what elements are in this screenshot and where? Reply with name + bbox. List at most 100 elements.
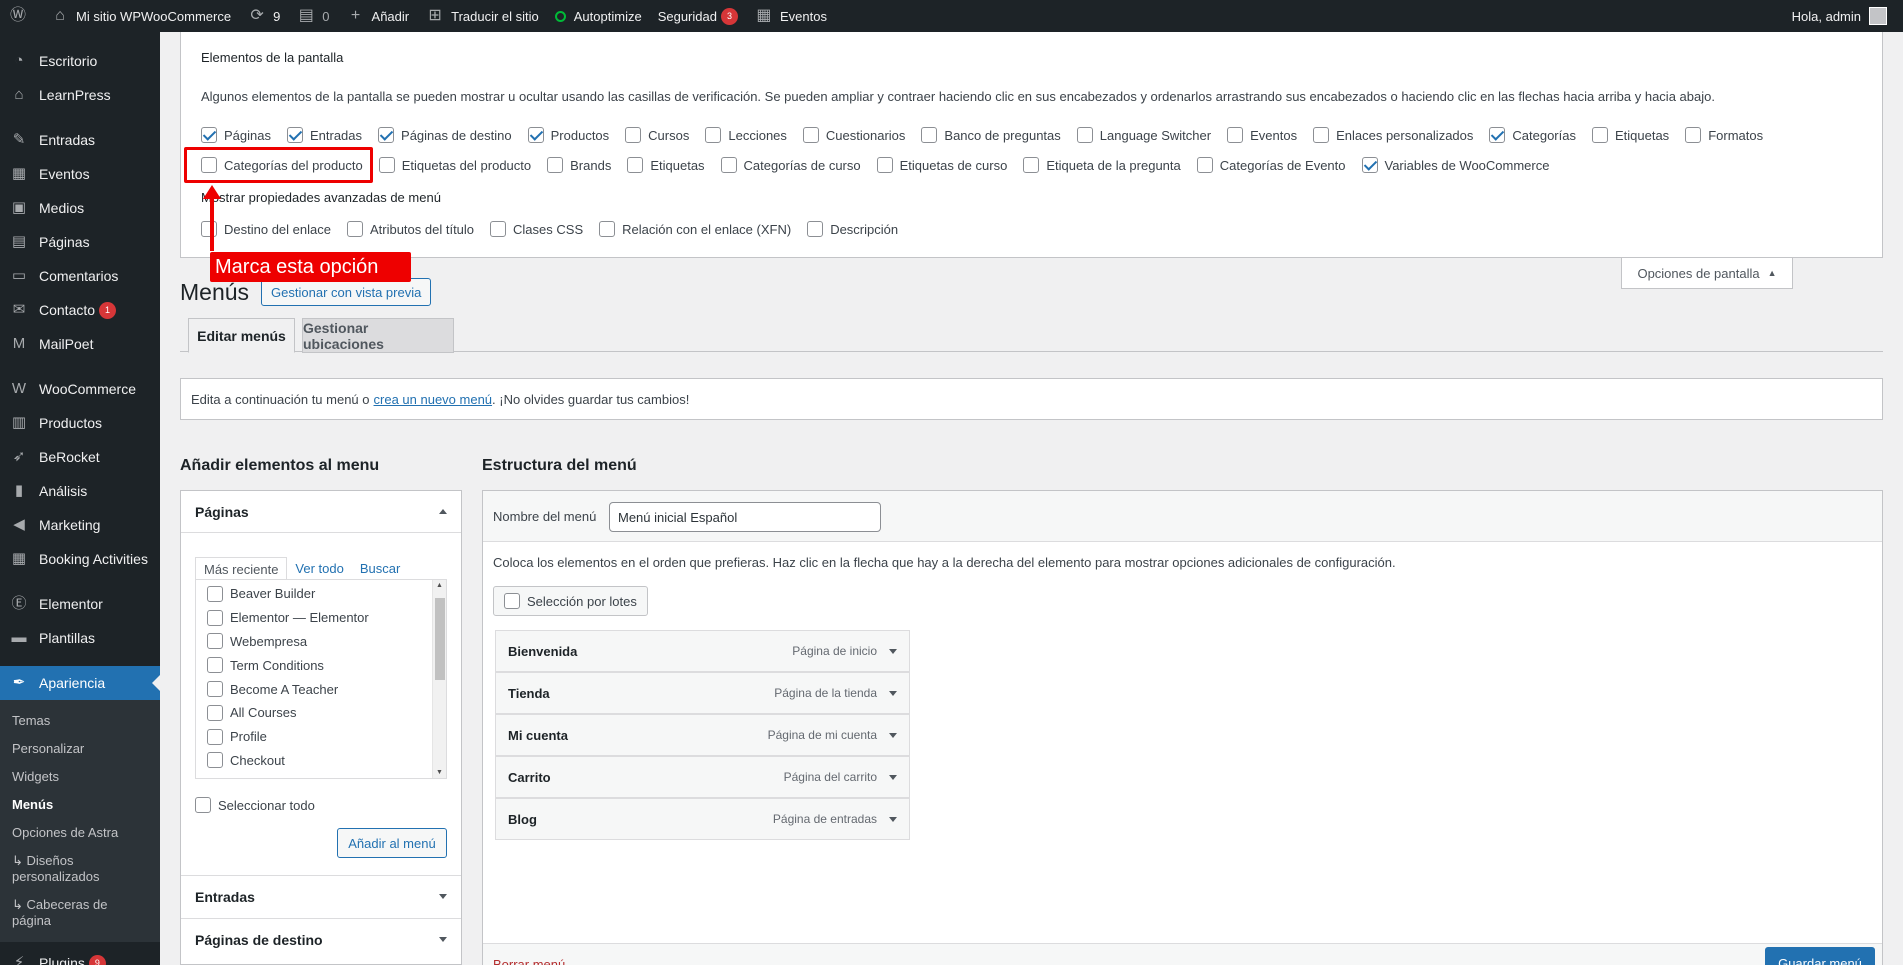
sidebar-item-productos[interactable]: ▥ Productos bbox=[0, 406, 160, 440]
checkbox[interactable] bbox=[1685, 127, 1702, 143]
sidebar-item-elementor[interactable]: Ⓔ Elementor bbox=[0, 587, 160, 621]
screen-option-checkbox[interactable]: Atributos del título bbox=[346, 221, 474, 237]
select-all-checkbox[interactable] bbox=[195, 797, 211, 813]
sidebar-item-contacto[interactable]: ✉ Contacto 1 bbox=[0, 293, 160, 327]
submenu-item[interactable]: ↳ Cabeceras de página bbox=[0, 891, 160, 935]
screen-option-checkbox[interactable]: Banco de preguntas bbox=[921, 127, 1061, 143]
checkbox[interactable] bbox=[1361, 157, 1378, 173]
page-checkbox[interactable] bbox=[207, 657, 223, 674]
checkbox[interactable] bbox=[1489, 127, 1506, 143]
checkbox[interactable] bbox=[201, 127, 217, 143]
expand-arrow-icon[interactable] bbox=[889, 816, 897, 822]
page-checkbox[interactable] bbox=[207, 728, 223, 745]
manage-preview-button[interactable]: Gestionar con vista previa bbox=[261, 278, 432, 306]
screen-option-checkbox[interactable]: Productos bbox=[527, 127, 609, 143]
sidebar-item-medios[interactable]: ▣ Medios bbox=[0, 191, 160, 225]
screen-option-checkbox[interactable]: Enlaces personalizados bbox=[1313, 127, 1473, 143]
sidebar-item-comentarios[interactable]: ▭ Comentarios bbox=[0, 259, 160, 293]
screen-option-checkbox[interactable]: Formatos bbox=[1685, 127, 1763, 143]
bulk-select-button[interactable]: Selección por lotes bbox=[493, 586, 648, 616]
add-to-menu-button[interactable]: Añadir al menú bbox=[337, 828, 447, 858]
screen-option-checkbox[interactable]: Lecciones bbox=[705, 127, 787, 143]
menu-item[interactable]: Bienvenida Página de inicio bbox=[495, 630, 910, 672]
list-item[interactable]: Webempresa bbox=[196, 630, 446, 654]
checkbox[interactable] bbox=[876, 157, 893, 173]
scroll-up-icon[interactable]: ▲ bbox=[436, 582, 443, 589]
account-link[interactable]: Hola, admin bbox=[1784, 0, 1895, 32]
select-all-pages[interactable]: Seleccionar todo bbox=[195, 797, 315, 813]
submenu-item[interactable]: ↳ Diseños personalizados bbox=[0, 847, 160, 891]
checkbox[interactable] bbox=[720, 157, 737, 173]
pages-tab[interactable]: Ver todo bbox=[287, 557, 351, 580]
checkbox[interactable] bbox=[1591, 127, 1608, 143]
screen-option-checkbox[interactable]: Etiquetas del producto bbox=[378, 157, 531, 173]
sidebar-item-entradas[interactable]: ✎ Entradas bbox=[0, 123, 160, 157]
checkbox[interactable] bbox=[625, 127, 642, 143]
menu-item[interactable]: Carrito Página del carrito bbox=[495, 756, 910, 798]
security-link[interactable]: Seguridad 3 bbox=[650, 0, 746, 32]
scroll-down-icon[interactable]: ▼ bbox=[436, 769, 443, 776]
expand-arrow-icon[interactable] bbox=[889, 690, 897, 696]
menu-item[interactable]: Mi cuenta Página de mi cuenta bbox=[495, 714, 910, 756]
page-checkbox[interactable] bbox=[207, 633, 223, 650]
sidebar-item-eventos[interactable]: ▦ Eventos bbox=[0, 157, 160, 191]
updates-link[interactable]: ⟳ 9 bbox=[239, 0, 288, 32]
screen-option-checkbox[interactable]: Clases CSS bbox=[490, 221, 583, 237]
checkbox[interactable] bbox=[1227, 127, 1244, 143]
bulk-select-checkbox[interactable] bbox=[504, 593, 520, 609]
checkbox[interactable] bbox=[807, 221, 824, 237]
sidebar-item-marketing[interactable]: ◀ Marketing bbox=[0, 508, 160, 542]
save-menu-button[interactable]: Guardar menú bbox=[1765, 947, 1875, 965]
site-name-link[interactable]: ⌂ Mi sitio WPWooCommerce bbox=[42, 0, 239, 32]
pages-scrollbar[interactable]: ▲ ▼ bbox=[432, 580, 446, 778]
wordpress-logo[interactable]: Ⓦ bbox=[0, 0, 42, 32]
screen-option-checkbox[interactable]: Páginas bbox=[201, 127, 271, 143]
scroll-thumb[interactable] bbox=[435, 598, 445, 680]
screen-option-checkbox[interactable]: Brands bbox=[547, 157, 611, 173]
checkbox[interactable] bbox=[627, 157, 644, 173]
checkbox[interactable] bbox=[286, 127, 303, 143]
expand-arrow-icon[interactable] bbox=[889, 732, 897, 738]
events-link[interactable]: ▦ Eventos bbox=[746, 0, 835, 32]
screen-option-checkbox[interactable]: Destino del enlace bbox=[201, 221, 331, 237]
page-checkbox[interactable] bbox=[207, 681, 223, 698]
sidebar-item-booking-activities[interactable]: ▦ Booking Activities bbox=[0, 542, 160, 576]
screen-option-checkbox[interactable]: Cursos bbox=[625, 127, 689, 143]
submenu-item[interactable]: Temas bbox=[0, 707, 160, 735]
screen-option-checkbox[interactable]: Etiqueta de la pregunta bbox=[1023, 157, 1181, 173]
list-item[interactable]: All Courses bbox=[196, 701, 446, 725]
create-new-menu-link[interactable]: crea un nuevo menú bbox=[374, 392, 493, 407]
list-item[interactable]: Profile bbox=[196, 725, 446, 749]
screen-option-checkbox[interactable]: Etiquetas de curso bbox=[876, 157, 1007, 173]
screen-options-toggle[interactable]: Opciones de pantalla ▲ bbox=[1621, 258, 1793, 289]
sidebar-item-plugins[interactable]: ⚡ Plugins 9 bbox=[0, 946, 160, 965]
list-item[interactable]: Checkout bbox=[196, 749, 446, 773]
menu-name-input[interactable]: Menú inicial Español bbox=[609, 502, 881, 532]
checkbox[interactable] bbox=[1076, 127, 1093, 143]
checkbox[interactable] bbox=[1313, 127, 1330, 143]
checkbox[interactable] bbox=[346, 221, 363, 237]
checkbox[interactable] bbox=[547, 157, 564, 173]
checkbox[interactable] bbox=[802, 127, 819, 143]
checkbox[interactable] bbox=[1196, 157, 1213, 173]
sidebar-item-learnpress[interactable]: ⌂ LearnPress bbox=[0, 78, 160, 112]
list-item[interactable]: Elementor — Elementor bbox=[196, 606, 446, 630]
pages-tab[interactable]: Buscar bbox=[352, 557, 408, 580]
checkbox[interactable] bbox=[490, 221, 507, 237]
sidebar-item-mailpoet[interactable]: M MailPoet bbox=[0, 327, 160, 361]
accordion-posts[interactable]: Entradas bbox=[181, 875, 461, 917]
submenu-item[interactable]: Menús bbox=[0, 791, 160, 819]
screen-option-checkbox[interactable]: Descripción bbox=[807, 221, 898, 237]
sidebar-item-análisis[interactable]: ▮ Análisis bbox=[0, 474, 160, 508]
checkbox[interactable] bbox=[1023, 157, 1040, 173]
screen-option-checkbox[interactable]: Categorías bbox=[1489, 127, 1576, 143]
comments-link[interactable]: ▤ 0 bbox=[288, 0, 337, 32]
page-checkbox[interactable] bbox=[207, 585, 223, 602]
checkbox[interactable] bbox=[378, 157, 395, 173]
sidebar-item-woocommerce[interactable]: W WooCommerce bbox=[0, 372, 160, 406]
sidebar-item-páginas[interactable]: ▤ Páginas bbox=[0, 225, 160, 259]
screen-option-checkbox[interactable]: Entradas bbox=[286, 127, 362, 143]
menu-item[interactable]: Blog Página de entradas bbox=[495, 798, 910, 840]
screen-option-checkbox[interactable]: Etiquetas bbox=[1591, 127, 1669, 143]
menu-item[interactable]: Tienda Página de la tienda bbox=[495, 672, 910, 714]
